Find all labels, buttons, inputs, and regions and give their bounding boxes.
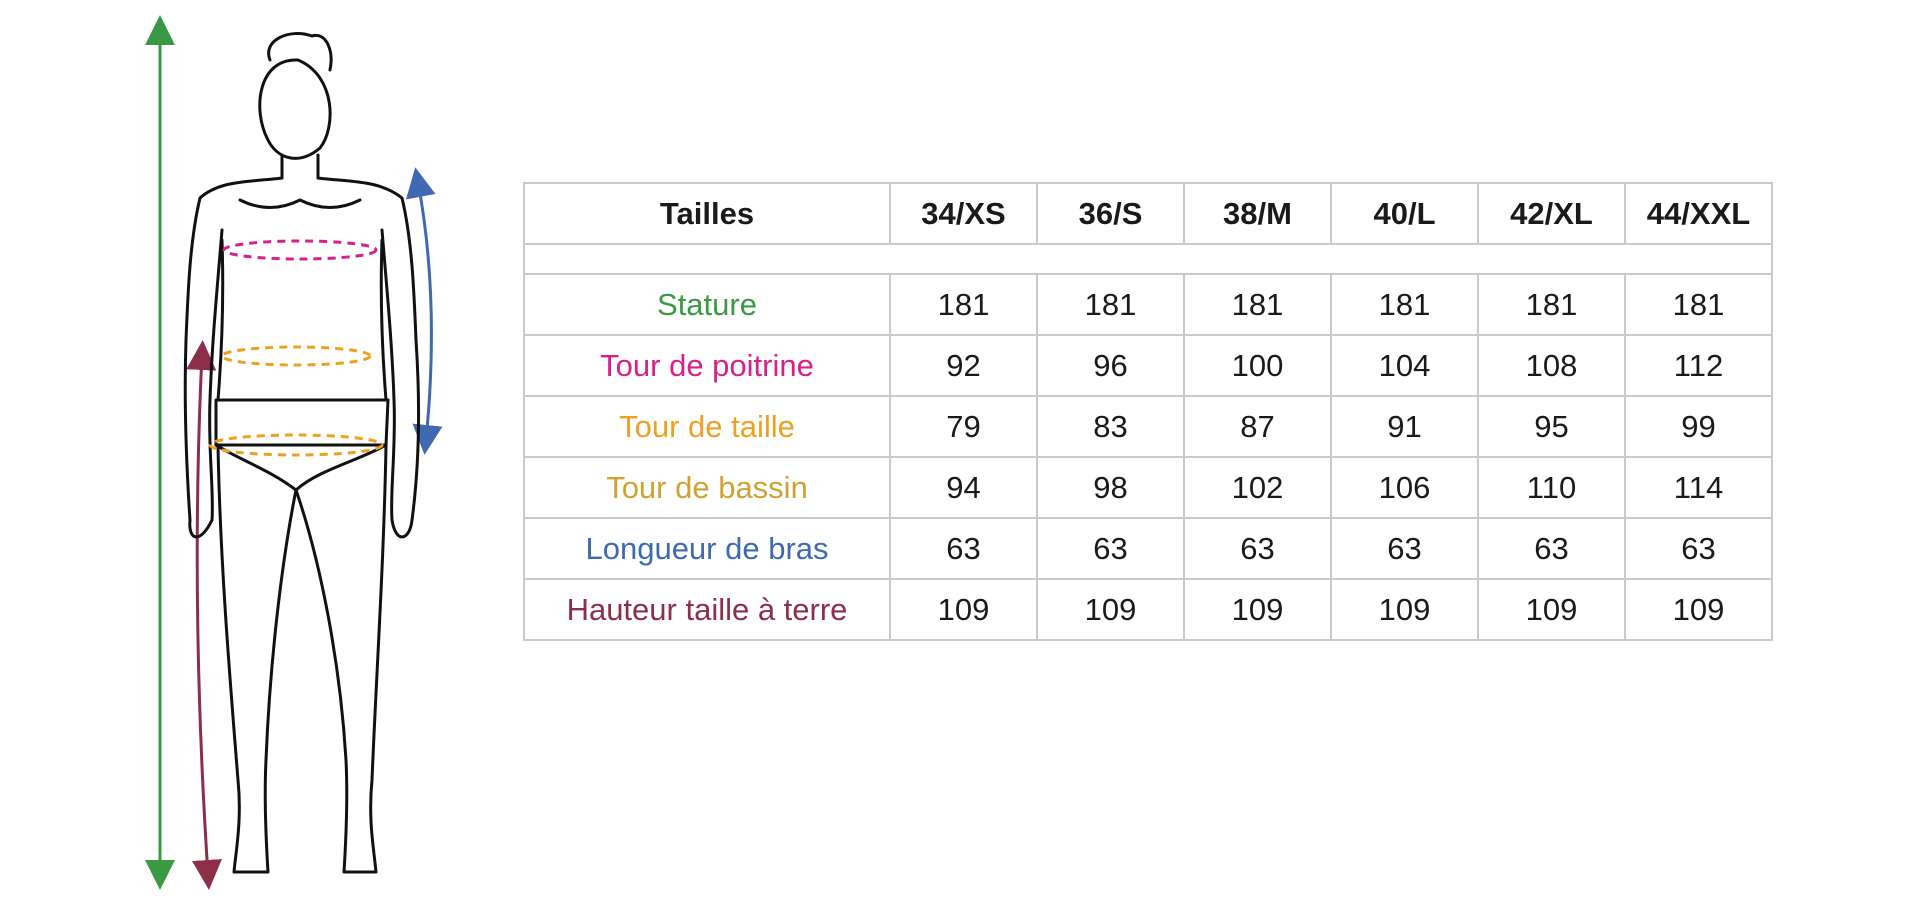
size-header: 34/XS: [889, 182, 1038, 245]
body-outline: [183, 32, 421, 874]
table-row: Longueur de bras 63 63 63 63 63 63: [523, 517, 1773, 580]
measurement-label: Tour de poitrine: [523, 334, 891, 397]
size-header: 38/M: [1183, 182, 1332, 245]
measurement-value: 87: [1183, 395, 1332, 458]
measurement-value: 104: [1330, 334, 1479, 397]
corner-label: Tailles: [523, 182, 891, 245]
measurement-value: 96: [1036, 334, 1185, 397]
measurement-value: 108: [1477, 334, 1626, 397]
measurement-label: Longueur de bras: [523, 517, 891, 580]
measurement-value: 109: [1183, 578, 1332, 641]
size-header: 42/XL: [1477, 182, 1626, 245]
table-row: Stature 181 181 181 181 181 181: [523, 273, 1773, 336]
measurement-value: 63: [1477, 517, 1626, 580]
measurement-value: 181: [1330, 273, 1479, 336]
size-header: 40/L: [1330, 182, 1479, 245]
size-chart-table: Tailles 34/XS 36/S 38/M 40/L 42/XL 44/XX…: [523, 182, 1773, 641]
measurement-value: 109: [1477, 578, 1626, 641]
size-header: 36/S: [1036, 182, 1185, 245]
measurement-value: 95: [1477, 395, 1626, 458]
measurement-value: 181: [1624, 273, 1773, 336]
measurement-value: 100: [1183, 334, 1332, 397]
header-row: Tailles 34/XS 36/S 38/M 40/L 42/XL 44/XX…: [523, 182, 1773, 245]
inseam-arrow: [186, 340, 222, 890]
table-row: Tour de bassin 94 98 102 106 110 114: [523, 456, 1773, 519]
measurement-value: 114: [1624, 456, 1773, 519]
table-row: Hauteur taille à terre 109 109 109 109 109 109: [523, 578, 1773, 641]
measurement-value: 79: [889, 395, 1038, 458]
measurement-label: Hauteur taille à terre: [523, 578, 891, 641]
chest-line: [222, 239, 378, 261]
measurement-label: Tour de bassin: [523, 456, 891, 519]
spacer-row: [523, 243, 1773, 275]
measurement-value: 91: [1330, 395, 1479, 458]
measurement-value: 181: [1477, 273, 1626, 336]
measurement-value: 92: [889, 334, 1038, 397]
measurement-value: 83: [1036, 395, 1185, 458]
measurement-value: 63: [1624, 517, 1773, 580]
measurement-value: 109: [1036, 578, 1185, 641]
measurement-value: 109: [1624, 578, 1773, 641]
measurement-value: 63: [1036, 517, 1185, 580]
measurement-value: 181: [889, 273, 1038, 336]
measurement-value: 109: [1330, 578, 1479, 641]
measurement-value: 94: [889, 456, 1038, 519]
measurement-value: 181: [1036, 273, 1185, 336]
size-header: 44/XXL: [1624, 182, 1773, 245]
measurement-value: 63: [889, 517, 1038, 580]
measurement-label: Stature: [523, 273, 891, 336]
table-row: Tour de poitrine 92 96 100 104 108 112: [523, 334, 1773, 397]
measurement-value: 181: [1183, 273, 1332, 336]
measurement-label: Tour de taille: [523, 395, 891, 458]
measurement-value: 98: [1036, 456, 1185, 519]
table-row: Tour de taille 79 83 87 91 95 99: [523, 395, 1773, 458]
body-measurement-illustration: [145, 14, 443, 890]
measurement-value: 110: [1477, 456, 1626, 519]
measurement-value: 112: [1624, 334, 1773, 397]
measurement-value: 63: [1330, 517, 1479, 580]
measurement-value: 102: [1183, 456, 1332, 519]
measurement-value: 109: [889, 578, 1038, 641]
measurement-value: 63: [1183, 517, 1332, 580]
waist-line: [220, 345, 372, 367]
measurement-value: 106: [1330, 456, 1479, 519]
measurement-value: 99: [1624, 395, 1773, 458]
arm-length-arrow: [406, 167, 443, 455]
